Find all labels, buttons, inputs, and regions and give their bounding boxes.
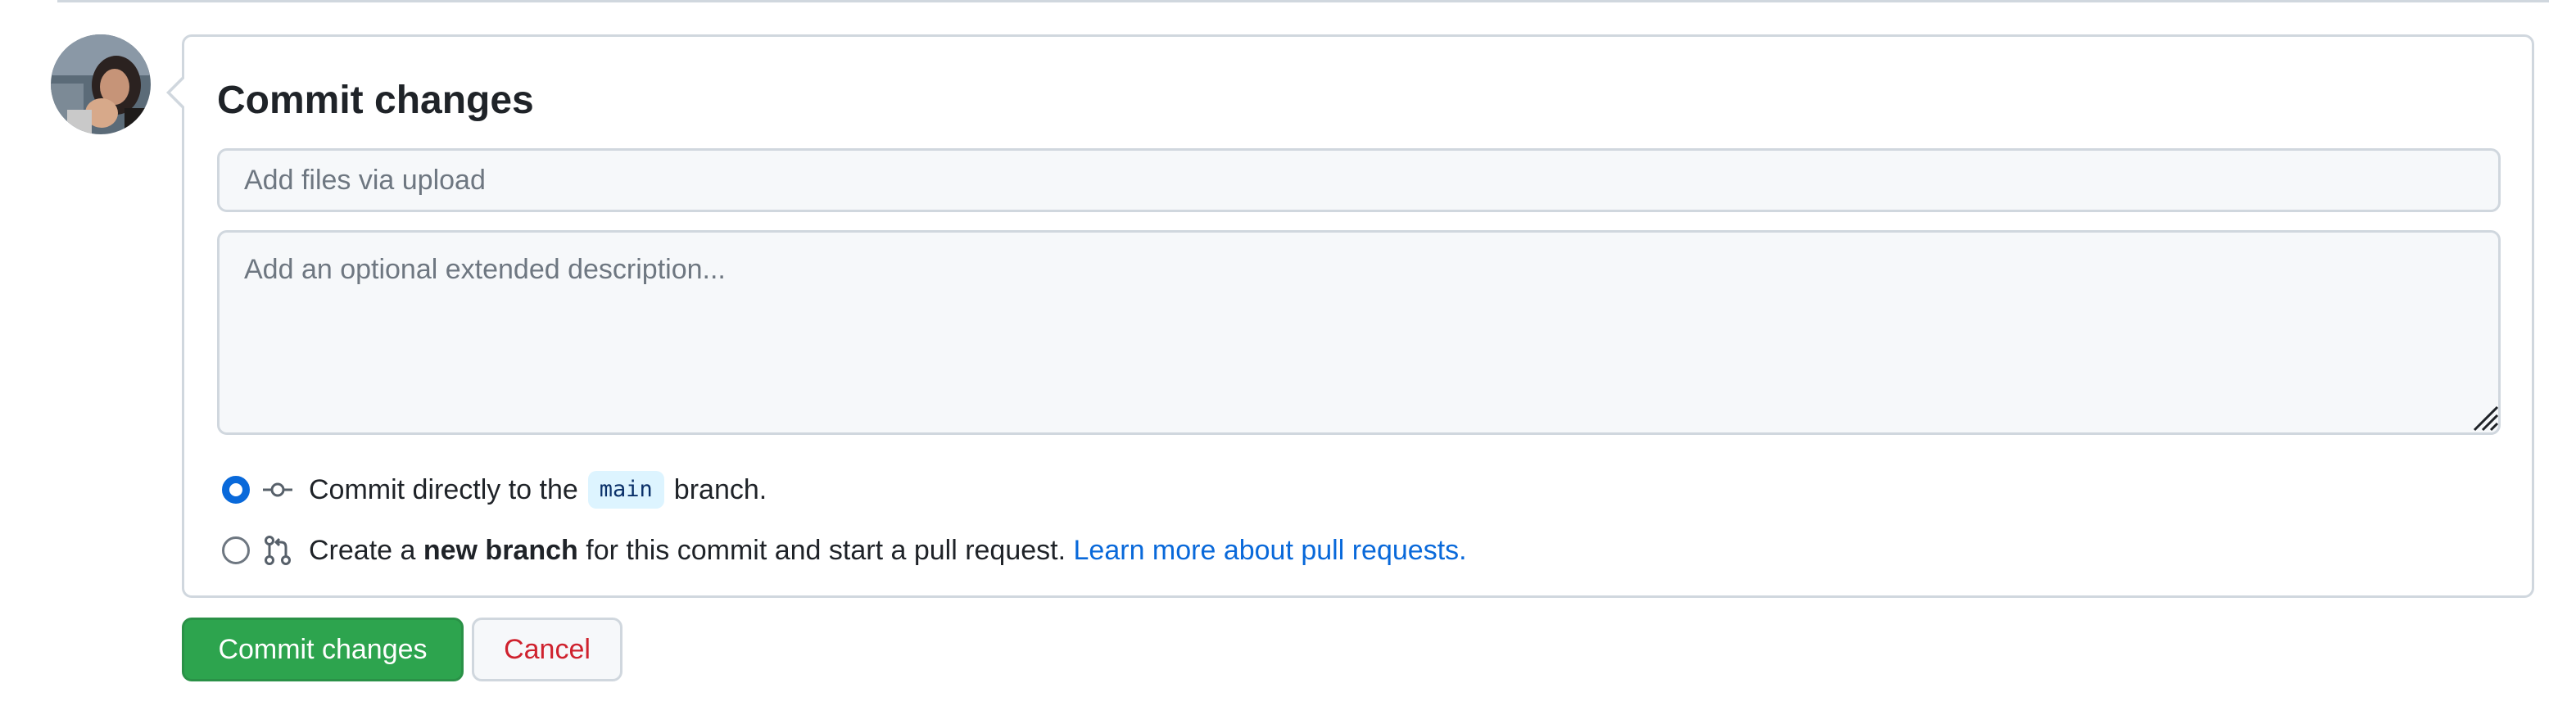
commit-direct-text: Commit directly to the	[309, 473, 578, 505]
new-branch-text: Create a	[309, 534, 416, 566]
cancel-button[interactable]: Cancel	[472, 618, 622, 681]
git-commit-icon	[263, 482, 292, 497]
git-pull-request-icon	[265, 536, 291, 565]
resize-handle-icon[interactable]	[2471, 404, 2499, 432]
learn-more-link[interactable]: Learn more about pull requests.	[1074, 535, 1467, 567]
commit-description-input[interactable]	[217, 230, 2501, 435]
new-branch-radio[interactable]	[222, 536, 250, 564]
branch-name-tag: main	[587, 471, 664, 509]
commit-summary-input[interactable]	[217, 148, 2501, 212]
commit-changes-button[interactable]: Commit changes	[182, 618, 464, 681]
commit-direct-radio[interactable]	[222, 476, 250, 504]
commit-page: Commit changes Commit directly to the ma…	[0, 0, 2576, 706]
avatar-image	[51, 34, 151, 134]
commit-direct-option[interactable]: Commit directly to the main branch.	[222, 469, 767, 510]
form-heading: Commit changes	[217, 79, 534, 122]
avatar[interactable]	[51, 34, 151, 134]
top-divider	[57, 0, 2549, 2]
new-branch-text-end: for this commit and start a pull request…	[586, 534, 1066, 566]
new-branch-emphasis: new branch	[423, 534, 578, 566]
new-branch-option[interactable]: Create a new branch for this commit and …	[222, 530, 1467, 571]
speech-arrow-fill	[170, 79, 184, 106]
commit-form: Commit changes Commit directly to the ma…	[166, 34, 2534, 598]
commit-direct-text-end: branch.	[673, 473, 767, 505]
